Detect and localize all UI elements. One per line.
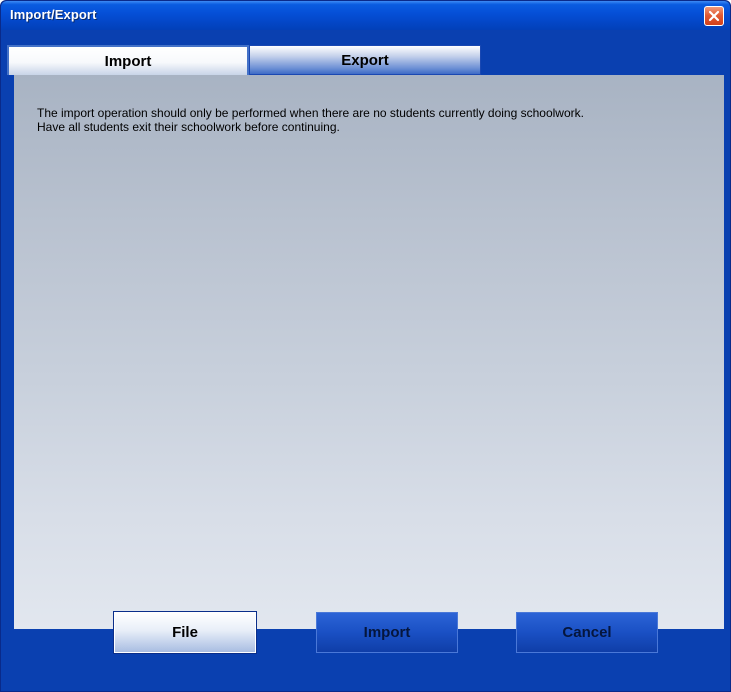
cancel-button[interactable]: Cancel	[516, 612, 658, 653]
message-line-1: The import operation should only be perf…	[37, 106, 584, 120]
file-button-label: File	[172, 624, 198, 641]
tab-export-label: Export	[341, 51, 389, 69]
window-title: Import/Export	[10, 7, 97, 22]
cancel-button-label: Cancel	[562, 624, 612, 641]
tab-strip: Import Export	[7, 45, 724, 75]
tab-import[interactable]: Import	[7, 45, 249, 75]
tab-import-label: Import	[104, 52, 152, 70]
import-button[interactable]: Import	[316, 612, 458, 653]
close-button[interactable]	[704, 6, 724, 26]
file-button[interactable]: File	[113, 611, 257, 654]
import-button-label: Import	[363, 624, 411, 641]
import-warning-message: The import operation should only be perf…	[37, 106, 707, 134]
close-icon	[708, 10, 720, 22]
title-bar[interactable]: Import/Export	[1, 1, 730, 30]
import-export-window: Import/Export Import Export The import o…	[0, 0, 731, 692]
import-panel: The import operation should only be perf…	[14, 75, 724, 629]
message-line-2: Have all students exit their schoolwork …	[37, 120, 340, 134]
tab-export[interactable]: Export	[249, 45, 481, 75]
